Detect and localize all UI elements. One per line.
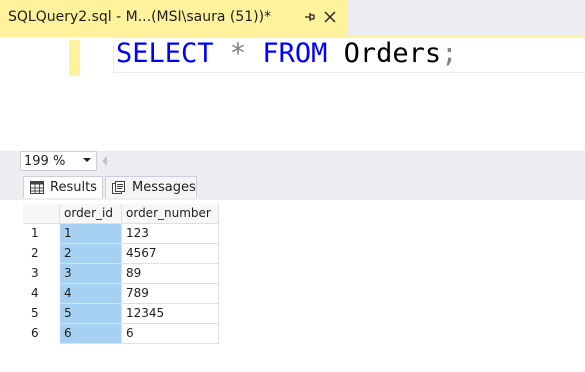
code-line[interactable]: SELECT * FROM Orders;: [113, 37, 585, 73]
grid-corner[interactable]: [23, 204, 60, 224]
row-number[interactable]: 6: [23, 324, 60, 344]
code-token-identifier: Orders: [343, 38, 442, 69]
grid-cell-order_id[interactable]: 3: [60, 264, 122, 284]
code-token-keyword: FROM: [262, 38, 328, 69]
grid-cell-order_id[interactable]: 5: [60, 304, 122, 324]
grid-cell-order_id[interactable]: 6: [60, 324, 122, 344]
query-editor[interactable]: SELECT * FROM Orders;: [0, 37, 585, 151]
tab-messages-label: Messages: [132, 180, 196, 195]
editor-gutter: [0, 37, 62, 151]
column-header-order_id[interactable]: order_id: [60, 204, 122, 224]
row-number[interactable]: 2: [23, 244, 60, 264]
scroll-left-icon[interactable]: [102, 156, 107, 166]
pin-icon[interactable]: [298, 6, 320, 28]
tab-results-label: Results: [50, 180, 97, 195]
grid-cell-order_number[interactable]: 12345: [122, 304, 219, 324]
code-token-operator: *: [229, 38, 247, 69]
row-number[interactable]: 4: [23, 284, 60, 304]
row-number[interactable]: 3: [23, 264, 60, 284]
change-indicator: [69, 40, 80, 76]
zoom-select[interactable]: 199 %: [20, 151, 97, 171]
messages-icon: [112, 181, 126, 194]
grid-cell-order_number[interactable]: 89: [122, 264, 219, 284]
grid-cell-order_id[interactable]: 1: [60, 224, 122, 244]
tab-messages[interactable]: Messages: [105, 176, 197, 198]
column-header-order_number[interactable]: order_number: [122, 204, 219, 224]
zoom-value: 199 %: [24, 154, 66, 169]
row-number[interactable]: 5: [23, 304, 60, 324]
row-number[interactable]: 1: [23, 224, 60, 244]
document-tab-strip: SQLQuery2.sql - M...(MSI\saura (51))*: [0, 0, 585, 37]
document-tab[interactable]: SQLQuery2.sql - M...(MSI\saura (51))*: [0, 0, 348, 35]
grid-cell-order_id[interactable]: 4: [60, 284, 122, 304]
tab-results[interactable]: Results: [23, 176, 103, 198]
chevron-down-icon[interactable]: [83, 158, 91, 162]
grid-cell-order_number[interactable]: 789: [122, 284, 219, 304]
grid-cell-order_number[interactable]: 6: [122, 324, 219, 344]
grid-icon: [30, 181, 44, 194]
code-token-operator: ;: [441, 38, 458, 69]
grid-cell-order_id[interactable]: 2: [60, 244, 122, 264]
close-icon[interactable]: [320, 7, 340, 27]
code-token-keyword: SELECT: [116, 38, 214, 69]
grid-cell-order_number[interactable]: 123: [122, 224, 219, 244]
document-tab-title: SQLQuery2.sql - M...(MSI\saura (51))*: [8, 9, 272, 25]
grid-cell-order_number[interactable]: 4567: [122, 244, 219, 264]
